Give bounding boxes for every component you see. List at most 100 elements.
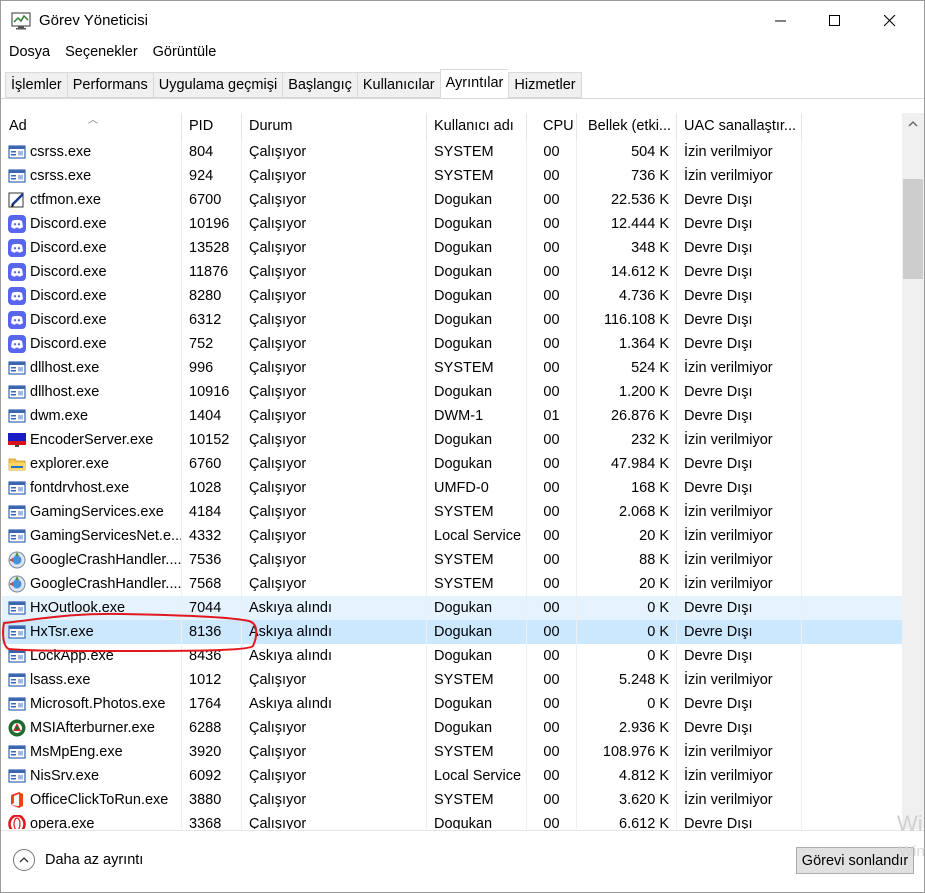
cell-uac: Devre Dışı [677,476,802,500]
menu-bar: Dosya Seçenekler Görüntüle [1,42,216,66]
menu-view[interactable]: Görüntüle [145,42,217,66]
column-header-cpu[interactable]: CPU [527,113,577,140]
cell-status: Çalışıyor [242,524,427,548]
maximize-button[interactable] [812,1,858,41]
table-row[interactable]: Discord.exe 10196 Çalışıyor Dogukan 00 12.444… [2,212,902,236]
cell-pid: 4184 [182,500,242,524]
tab-processes[interactable]: İşlemler [5,72,67,98]
table-row[interactable]: lsass.exe 1012 Çalışıyor SYSTEM 00 5.248 K İzi… [2,668,902,692]
table-row[interactable]: opera.exe 3368 Çalışıyor Dogukan 00 6.612 K De… [2,812,902,829]
table-row[interactable]: HxTsr.exe 8136 Askıya alındı Dogukan 00 0 K De… [2,620,902,644]
cell-cpu: 00 [527,212,577,236]
close-button[interactable] [867,1,913,41]
scrollbar-thumb[interactable] [903,179,923,279]
table-row[interactable]: fontdrvhost.exe 1028 Çalışıyor UMFD-0 00 168 … [2,476,902,500]
end-task-button[interactable]: Görevi sonlandır [796,847,914,874]
column-header-name[interactable]: ︿ Ad [2,113,182,140]
cell-user: SYSTEM [427,356,527,380]
table-row[interactable]: Discord.exe 752 Çalışıyor Dogukan 00 1.364 KD… [2,332,902,356]
table-row[interactable]: HxOutlook.exe 7044 Askıya alındı Dogukan 00 0… [2,596,902,620]
menu-file[interactable]: Dosya [1,42,50,66]
column-header-uac[interactable]: UAC sanallaştır... [677,113,802,140]
cell-memory: 232 K [577,428,677,452]
table-row[interactable]: LockApp.exe 8436 Askıya alındı Dogukan 00 0 K… [2,644,902,668]
vertical-scrollbar[interactable] [902,113,924,829]
cell-pid: 7044 [182,596,242,620]
table-row[interactable]: csrss.exe 924 Çalışıyor SYSTEM 00 736 K İzin v… [2,164,902,188]
cell-memory: 0 K [577,596,677,620]
system-window-icon [8,743,26,761]
fewer-details-label: Daha az ayrıntı [45,852,144,868]
tab-details[interactable]: Ayrıntılar [439,69,509,98]
title-bar: Görev Yöneticisi [1,1,924,41]
cell-name: Discord.exe [2,284,182,308]
column-header-status[interactable]: Durum [242,113,427,140]
table-row[interactable]: csrss.exe 804 Çalışıyor SYSTEM 00 504 K İzin v… [2,140,902,164]
cell-uac: İzin verilmiyor [677,524,802,548]
process-name: HxTsr.exe [30,624,94,640]
process-name: HxOutlook.exe [30,600,126,616]
fewer-details-link[interactable]: Daha az ayrıntı [13,849,143,871]
cell-uac: İzin verilmiyor [677,500,802,524]
scroll-up-button[interactable] [902,113,924,135]
cell-uac: Devre Dışı [677,308,802,332]
table-row[interactable]: EncoderServer.exe 10152 Çalışıyor Dogukan 00… [2,428,902,452]
cell-name: EncoderServer.exe [2,428,182,452]
cell-pid: 8280 [182,284,242,308]
column-header-user[interactable]: Kullanıcı adı [427,113,527,140]
tab-services[interactable]: Hizmetler [508,72,582,98]
table-row[interactable]: Microsoft.Photos.exe 1764 Askıya alındı Dog… [2,692,902,716]
cell-user: Dogukan [427,596,527,620]
table-row[interactable]: Discord.exe 8280 Çalışıyor Dogukan 00 4.736 K… [2,284,902,308]
cell-pid: 1012 [182,668,242,692]
table-row[interactable]: dwm.exe 1404 Çalışıyor DWM-1 01 26.876 K Devre… [2,404,902,428]
cell-uac: Devre Dışı [677,284,802,308]
cell-name: MsMpEng.exe [2,740,182,764]
discord-icon [8,263,26,281]
cell-status: Çalışıyor [242,332,427,356]
chevron-up-icon [908,121,918,127]
table-row[interactable]: GoogleCrashHandler.... 7536 Çalışıyor SYSTE… [2,548,902,572]
process-name: GamingServices.exe [30,504,164,520]
table-row[interactable]: dllhost.exe 996 Çalışıyor SYSTEM 00 524 K İzin… [2,356,902,380]
cell-memory: 524 K [577,356,677,380]
table-row[interactable]: GamingServicesNet.e... 4332 Çalışıyor Local… [2,524,902,548]
office-icon [8,791,26,809]
cell-pid: 4332 [182,524,242,548]
cell-uac: İzin verilmiyor [677,668,802,692]
table-row[interactable]: Discord.exe 13528 Çalışıyor Dogukan 00 348 KD… [2,236,902,260]
cell-pid: 1764 [182,692,242,716]
table-row[interactable]: explorer.exe 6760 Çalışıyor Dogukan 00 47.984… [2,452,902,476]
discord-icon [8,311,26,329]
system-window-icon [8,383,26,401]
discord-icon [8,239,26,257]
cell-uac: İzin verilmiyor [677,428,802,452]
minimize-button[interactable] [758,1,804,41]
cell-uac: Devre Dışı [677,188,802,212]
tab-app-history[interactable]: Uygulama geçmişi [152,72,283,98]
cell-name: GamingServicesNet.e... [2,524,182,548]
system-window-icon [8,623,26,641]
table-row[interactable]: Discord.exe 11876 Çalışıyor Dogukan 00 14.612… [2,260,902,284]
column-header-memory[interactable]: Bellek (etki... [577,113,677,140]
table-row[interactable]: NisSrv.exe 6092 Çalışıyor Local Service 00 4.… [2,764,902,788]
menu-options[interactable]: Seçenekler [57,42,138,66]
table-row[interactable]: Discord.exe 6312 Çalışıyor Dogukan 00 116.108… [2,308,902,332]
table-row[interactable]: MSIAfterburner.exe 6288 Çalışıyor Dogukan 00… [2,716,902,740]
table-row[interactable]: MsMpEng.exe 3920 Çalışıyor SYSTEM 00 108.976 … [2,740,902,764]
collapse-circle-icon [13,849,35,871]
tab-startup[interactable]: Başlangıç [282,72,357,98]
cell-status: Çalışıyor [242,428,427,452]
table-row[interactable]: GoogleCrashHandler.... 7568 Çalışıyor SYSTE… [2,572,902,596]
window-title: Görev Yöneticisi [39,12,148,29]
table-row[interactable]: ctfmon.exe 6700 Çalışıyor Dogukan 00 22.536 K… [2,188,902,212]
cell-memory: 736 K [577,164,677,188]
table-row[interactable]: dllhost.exe 10916 Çalışıyor Dogukan 00 1.200 … [2,380,902,404]
table-row[interactable]: OfficeClickToRun.exe 3880 Çalışıyor SYSTEM 0… [2,788,902,812]
process-name: Discord.exe [30,288,107,304]
tab-performance[interactable]: Performans [66,72,153,98]
google-update-icon [8,575,26,593]
table-row[interactable]: GamingServices.exe 4184 Çalışıyor SYSTEM 00 2… [2,500,902,524]
column-header-pid[interactable]: PID [182,113,242,140]
tab-users[interactable]: Kullanıcılar [356,72,440,98]
